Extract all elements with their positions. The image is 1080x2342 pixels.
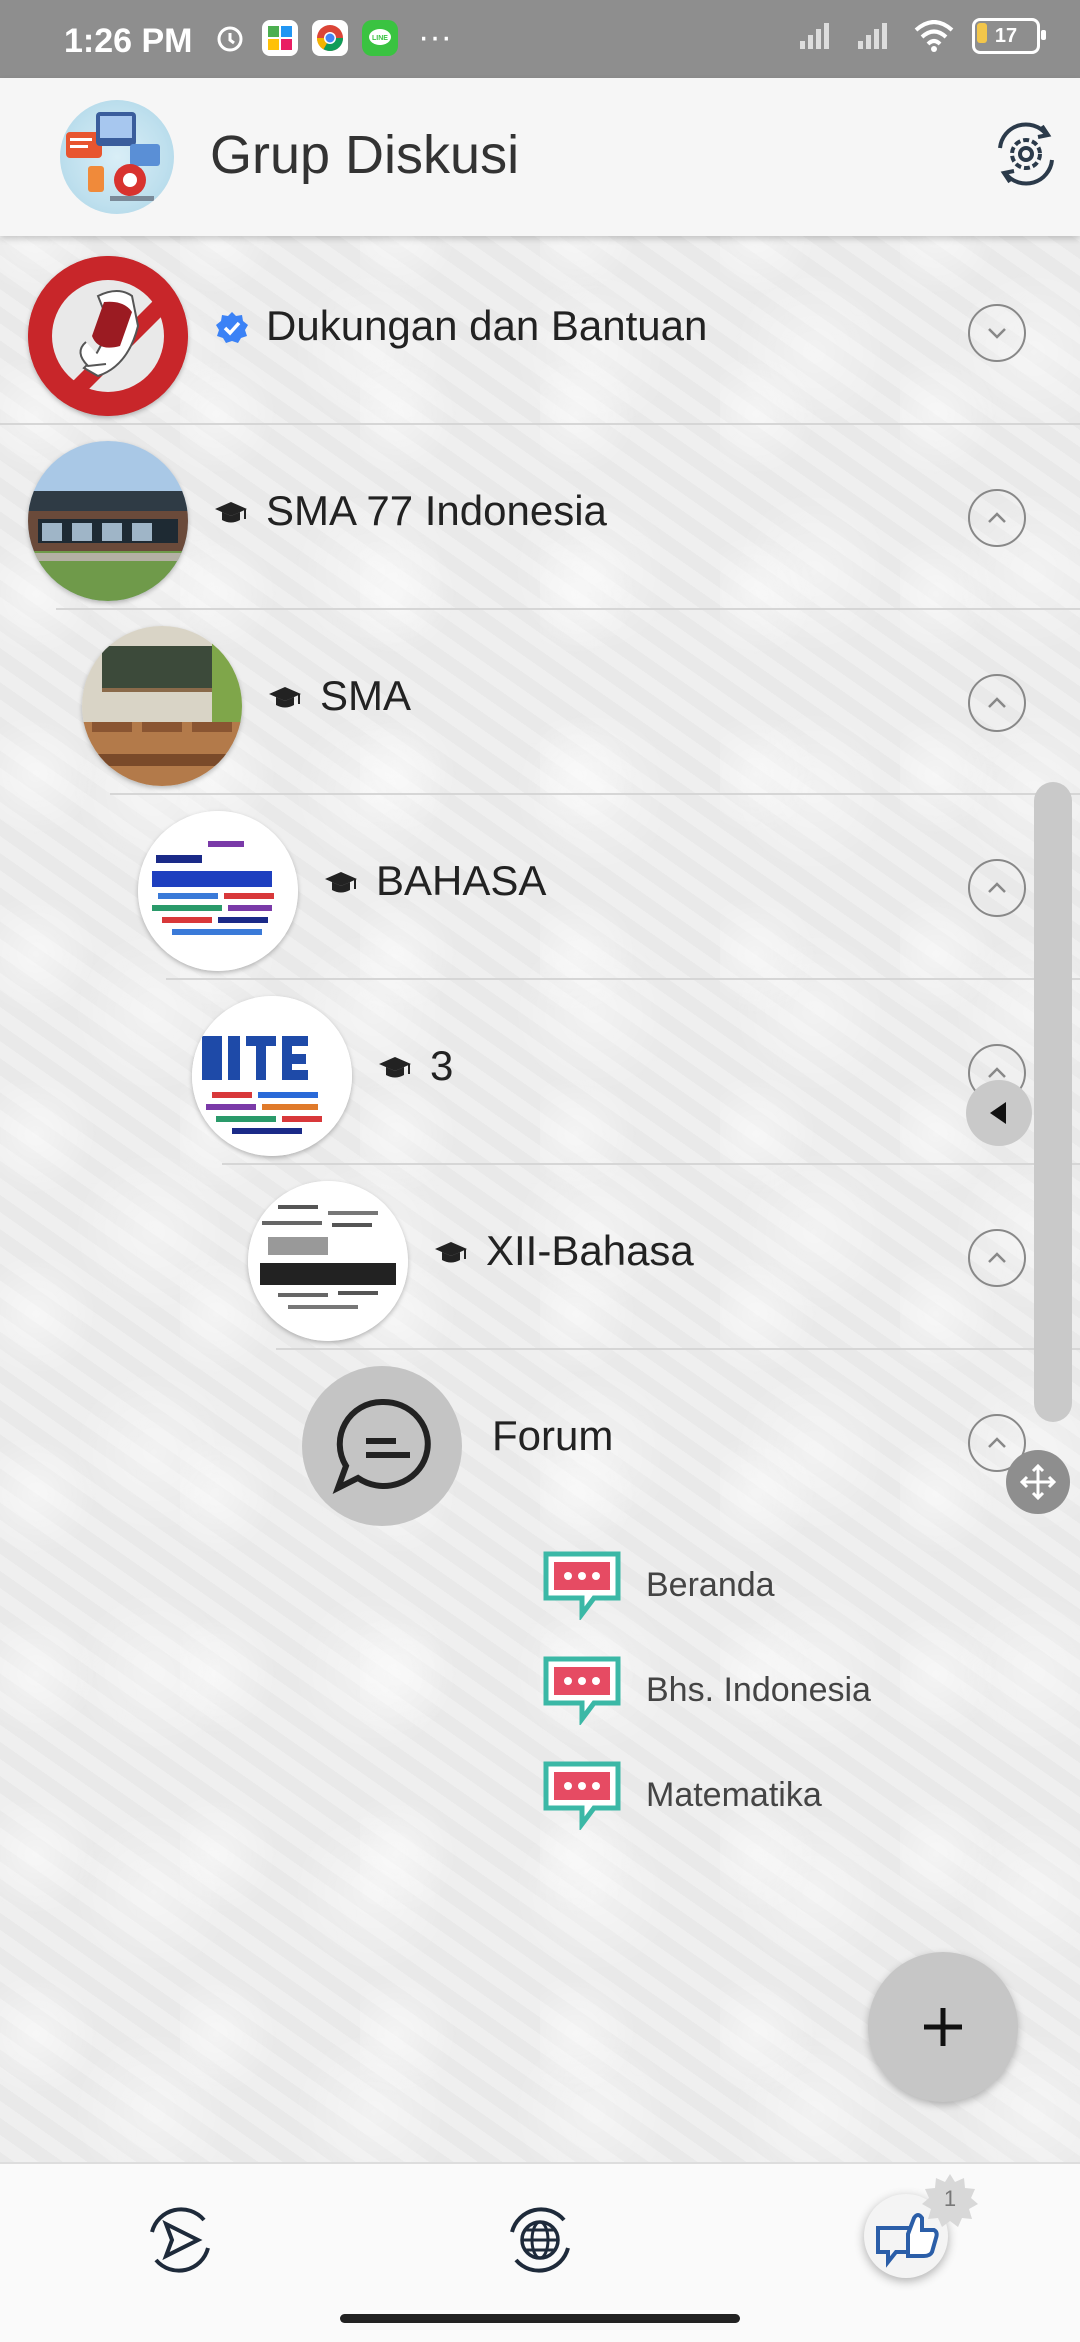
tree-row-label: Dukungan dan Bantuan (266, 302, 708, 349)
chevron-down-icon (988, 328, 1006, 339)
add-button[interactable] (868, 1952, 1018, 2102)
svg-text:LINE: LINE (372, 35, 388, 42)
verified-icon (216, 312, 248, 343)
status-system-icons: 17 (798, 18, 1046, 54)
avatar (28, 256, 188, 416)
tree-row-sma77[interactable]: SMA 77 Indonesia (0, 425, 1080, 610)
graduation-cap-icon (435, 1242, 467, 1263)
tree-row-sma[interactable]: SMA (0, 610, 1080, 795)
tree-row-label: BAHASA (376, 857, 547, 904)
nav-globe-button[interactable] (502, 2202, 578, 2278)
chat-message-icon (543, 1761, 621, 1830)
chevron-up-icon (988, 882, 1006, 893)
tree-row-label: 3 (430, 1042, 454, 1089)
line-icon: LINE (362, 19, 398, 56)
app-logo (60, 100, 174, 214)
chevron-up-icon (988, 697, 1006, 708)
graduation-cap-icon (215, 502, 247, 523)
app-icon (262, 19, 298, 56)
chrome-icon (312, 19, 348, 56)
settings-sync-icon (998, 122, 1054, 186)
tree-row-forum[interactable]: Forum (0, 1350, 1080, 1535)
chevron-up-icon (988, 1437, 1006, 1448)
tree-row-label: SMA 77 Indonesia (266, 487, 607, 534)
avatar (248, 1181, 408, 1341)
avatar (28, 441, 188, 601)
globe-sync-icon (510, 2207, 570, 2273)
forum-item-matematika[interactable]: Matematika (542, 1760, 822, 1830)
collapse-button[interactable] (968, 674, 1026, 732)
app-bar: Grup Diskusi (0, 78, 1080, 236)
forum-avatar (302, 1366, 462, 1526)
alarm-icon (212, 20, 248, 56)
chevron-up-icon (988, 1252, 1006, 1263)
scrollbar[interactable] (1034, 782, 1072, 1422)
battery-indicator: 17 (972, 18, 1046, 54)
chevron-up-icon (988, 512, 1006, 523)
forum-item-label: Matematika (646, 1775, 822, 1814)
chat-message-icon (543, 1551, 621, 1620)
collapse-button[interactable] (968, 1229, 1026, 1287)
wifi-icon (914, 20, 954, 52)
tree-row-label: Forum (492, 1412, 614, 1459)
avatar (192, 996, 352, 1156)
graduation-cap-icon (325, 872, 357, 893)
more-notifications: ··· (418, 18, 452, 56)
plus-icon (924, 2008, 962, 2046)
forum-item-beranda[interactable]: Beranda (542, 1550, 775, 1620)
signal-icon (800, 23, 829, 49)
avatar (82, 626, 242, 786)
page-title: Grup Diskusi (210, 125, 520, 185)
tree-row-3[interactable]: 3 (0, 980, 1080, 1165)
side-panel-toggle[interactable] (966, 1080, 1032, 1146)
home-indicator[interactable] (340, 2314, 740, 2323)
triangle-left-icon (990, 1102, 1006, 1124)
forum-item-label: Beranda (646, 1565, 775, 1604)
tree-row-dukungan[interactable]: Dukungan dan Bantuan (0, 240, 1080, 425)
tree-row-bahasa[interactable]: BAHASA (0, 795, 1080, 980)
drag-handle[interactable] (1006, 1450, 1070, 1514)
forum-item-label: Bhs. Indonesia (646, 1670, 871, 1709)
notification-badge-count: 1 (943, 2186, 957, 2211)
nav-send-button[interactable] (142, 2202, 218, 2278)
chat-message-icon (543, 1656, 621, 1725)
chat-bubble-icon (332, 1398, 431, 1495)
graduation-cap-icon (379, 1057, 411, 1078)
settings-button[interactable] (990, 118, 1062, 190)
forum-item-bhs-indonesia[interactable]: Bhs. Indonesia (542, 1655, 871, 1725)
expand-button[interactable] (968, 304, 1026, 362)
send-sync-icon (150, 2207, 210, 2273)
signal-icon (858, 23, 887, 49)
status-time: 1:26 PM (64, 22, 193, 60)
graduation-cap-icon (269, 687, 301, 708)
status-notification-icons: LINE ··· (212, 18, 452, 57)
tree-row-label: XII-Bahasa (486, 1227, 694, 1274)
collapse-button[interactable] (968, 489, 1026, 547)
move-arrows-icon (1019, 1463, 1057, 1501)
status-bar: 1:26 PM LINE ··· 17 (0, 0, 1080, 78)
collapse-button[interactable] (968, 859, 1026, 917)
tree-row-xii-bahasa[interactable]: XII-Bahasa (0, 1165, 1080, 1350)
tree-row-label: SMA (320, 672, 412, 719)
avatar (138, 811, 298, 971)
